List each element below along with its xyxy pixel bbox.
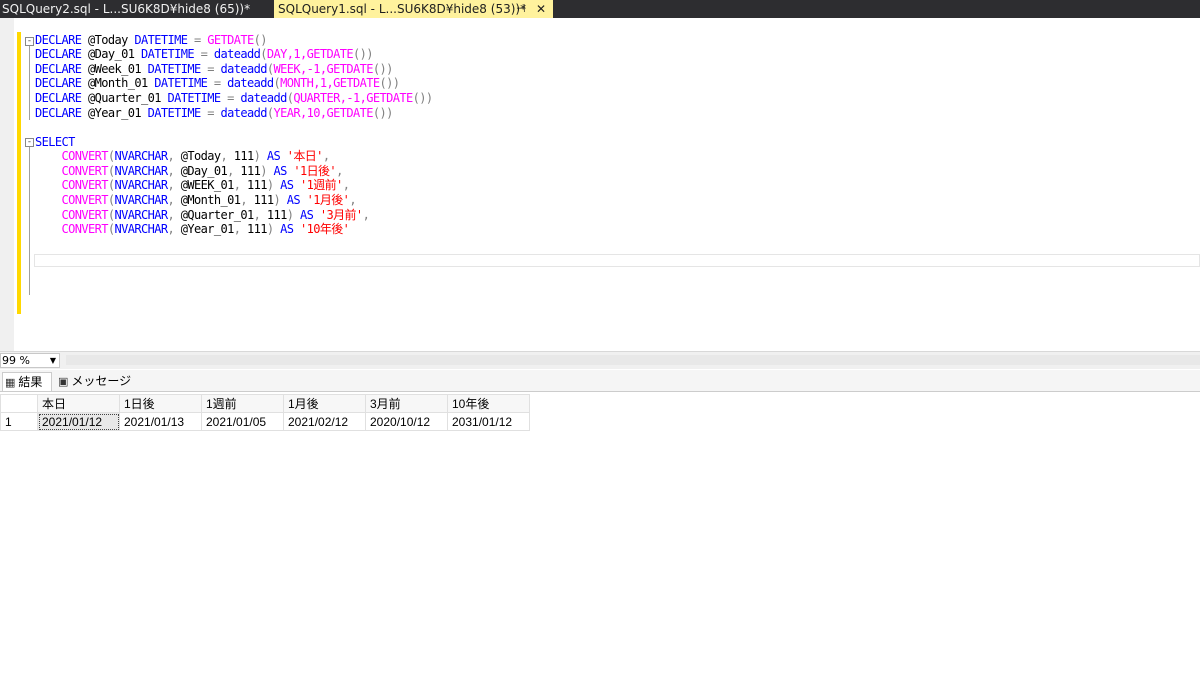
current-line-highlight (34, 254, 1200, 267)
tab-results[interactable]: ▦ 結果 (2, 372, 52, 391)
results-tab-strip: ▦ 結果 ▣ メッセージ (0, 370, 1200, 392)
query-editor[interactable]: - - DECLARE @Today DATETIME = GETDATE() … (0, 18, 1200, 351)
code-line-convert-week: CONVERT(NVARCHAR, @WEEK_01, 111) AS '1週前… (61, 178, 350, 192)
grid-icon: ▦ (5, 376, 16, 389)
row-number[interactable]: 1 (0, 412, 38, 431)
table-cell[interactable]: 2021/01/13 (119, 412, 202, 431)
tab-sqlquery2[interactable]: SQLQuery2.sql - L...SU6K8D¥hide8 (65))* (0, 0, 268, 18)
results-table: 本日 1日後 1週前 1月後 3月前 10年後 1 2021/01/12 202… (0, 394, 530, 431)
table-cell[interactable]: 2031/01/12 (447, 412, 530, 431)
code-line-convert-month: CONVERT(NVARCHAR, @Month_01, 111) AS '1月… (61, 193, 357, 207)
tab-label: SQLQuery2.sql - L...SU6K8D¥hide8 (65))* (2, 2, 251, 16)
tab-results-label: 結果 (18, 375, 43, 389)
code-line-declare-today: DECLARE @Today DATETIME = GETDATE() (35, 33, 267, 47)
tab-label: SQLQuery1.sql - L...SU6K8D¥hide8 (53))* (278, 2, 527, 16)
code-line-declare-month: DECLARE @Month_01 DATETIME = dateadd(MON… (35, 76, 400, 90)
zoom-bar: 99 % ▼ (0, 351, 1200, 369)
message-icon: ▣ (58, 375, 69, 388)
column-header[interactable]: 10年後 (447, 394, 530, 413)
change-tracking-bar (17, 32, 21, 314)
zoom-value: 99 % (2, 354, 30, 367)
code-line-declare-week: DECLARE @Week_01 DATETIME = dateadd(WEEK… (35, 62, 393, 76)
table-cell[interactable]: 2021/01/12 (37, 412, 120, 431)
tab-messages[interactable]: ▣ メッセージ (56, 372, 132, 391)
corner-cell[interactable] (0, 394, 38, 413)
zoom-dropdown[interactable]: 99 % ▼ (0, 353, 60, 368)
column-header[interactable]: 1週前 (201, 394, 284, 413)
code-line-convert-day: CONVERT(NVARCHAR, @Day_01, 111) AS '1日後'… (61, 164, 344, 178)
code-line-declare-year: DECLARE @Year_01 DATETIME = dateadd(YEAR… (35, 106, 393, 120)
code-line-declare-day: DECLARE @Day_01 DATETIME = dateadd(DAY,1… (35, 47, 373, 61)
results-grid: 本日 1日後 1週前 1月後 3月前 10年後 1 2021/01/12 202… (0, 392, 1200, 674)
code-line-convert-today: CONVERT(NVARCHAR, @Today, 111) AS '本日', (61, 149, 331, 163)
chevron-down-icon: ▼ (49, 356, 56, 365)
tab-sqlquery1[interactable]: SQLQuery1.sql - L...SU6K8D¥hide8 (53))* … (274, 0, 553, 18)
column-header[interactable]: 1日後 (119, 394, 202, 413)
column-header[interactable]: 3月前 (365, 394, 448, 413)
header-row: 本日 1日後 1週前 1月後 3月前 10年後 (0, 394, 530, 413)
code-line-declare-quarter: DECLARE @Quarter_01 DATETIME = dateadd(Q… (35, 91, 433, 105)
column-header[interactable]: 1月後 (283, 394, 366, 413)
code-line-convert-year: CONVERT(NVARCHAR, @Year_01, 111) AS '10年… (61, 222, 350, 236)
code-line-select: SELECT (35, 135, 75, 149)
code-line-convert-quarter: CONVERT(NVARCHAR, @Quarter_01, 111) AS '… (61, 208, 370, 222)
table-row: 1 2021/01/12 2021/01/13 2021/01/05 2021/… (0, 412, 530, 431)
column-header[interactable]: 本日 (37, 394, 120, 413)
pin-icon[interactable]: ⊣ (516, 0, 526, 18)
table-cell[interactable]: 2021/02/12 (283, 412, 366, 431)
editor-margin (0, 18, 14, 351)
horizontal-scrollbar[interactable] (66, 355, 1200, 365)
collapse-icon[interactable]: - (25, 37, 34, 46)
outline-line (29, 46, 30, 120)
tab-messages-label: メッセージ (71, 374, 132, 388)
outline-line (29, 147, 30, 295)
close-icon[interactable]: ✕ (536, 0, 546, 18)
table-cell[interactable]: 2021/01/05 (201, 412, 284, 431)
table-cell[interactable]: 2020/10/12 (365, 412, 448, 431)
collapse-icon[interactable]: - (25, 138, 34, 147)
document-tab-strip: SQLQuery2.sql - L...SU6K8D¥hide8 (65))* … (0, 0, 1200, 18)
